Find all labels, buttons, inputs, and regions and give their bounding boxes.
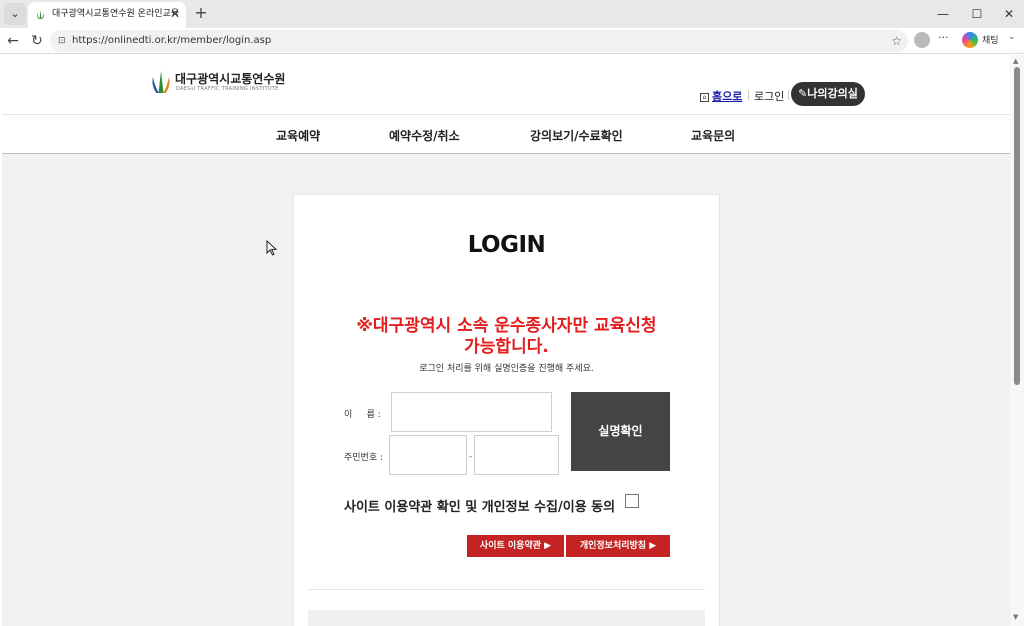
site-header: 대구광역시교통연수원 DAEGU TRAFFIC TRAINING INSTIT…	[2, 55, 1010, 114]
address-url: https://onlinedti.or.kr/member/login.asp	[72, 35, 272, 46]
tab-close-icon[interactable]: ✕	[170, 2, 180, 26]
profile-avatar-icon[interactable]	[914, 32, 930, 48]
rrn-front-input[interactable]	[389, 435, 467, 475]
login-card: LOGIN ※대구광역시 소속 운수종사자만 교육신청 가능합니다. 로그인 처…	[293, 194, 720, 626]
logo-title[interactable]: 대구광역시교통연수원	[175, 70, 285, 87]
nav-item-edit-cancel[interactable]: 예약수정/취소	[389, 127, 460, 144]
scroll-down-icon[interactable]: ▼	[1013, 613, 1018, 621]
agree-checkbox[interactable]	[625, 494, 639, 508]
rrn-dash: -	[469, 452, 473, 462]
eligibility-notice: ※대구광역시 소속 운수종사자만 교육신청 가능합니다.	[334, 316, 679, 358]
verify-identity-button[interactable]: 실명확인	[571, 392, 670, 471]
nav-item-booking[interactable]: 교육예약	[276, 127, 320, 144]
verification-instruction: 로그인 처리를 위해 실명인증을 진행해 주세요.	[419, 364, 594, 374]
eligibility-notice-line2: 가능합니다.	[464, 337, 549, 357]
window-close-icon[interactable]: ✕	[992, 0, 1024, 28]
agree-text: 사이트 이용약관 확인 및 개인정보 수집/이용 동의	[344, 500, 616, 515]
rrn-back-input[interactable]	[474, 435, 559, 475]
maximize-icon[interactable]: ☐	[960, 0, 994, 28]
copilot-icon[interactable]	[962, 32, 978, 48]
scrollbar-thumb[interactable]	[1014, 67, 1020, 385]
login-link[interactable]: 로그인	[754, 88, 784, 104]
card-divider	[308, 589, 705, 590]
tab-title: 대구광역시교통연수원 온라인교육	[52, 9, 180, 19]
terms-button[interactable]: 사이트 이용약관 ▶	[467, 535, 564, 557]
home-link[interactable]: ⌂ 홈으로	[700, 88, 742, 104]
logo-mark-icon	[152, 71, 170, 93]
nav-item-lecture-completion[interactable]: 강의보기/수료확인	[530, 127, 623, 144]
browser-tab-bar: ⌄ 대구광역시교통연수원 온라인교육 ✕ + — ☐ ✕	[0, 0, 1024, 28]
eligibility-notice-line1: ※대구광역시 소속 운수종사자만 교육신청	[356, 316, 657, 336]
my-classroom-button[interactable]: ✎나의강의실	[791, 82, 865, 106]
address-bar[interactable]: ⊡ https://onlinedti.or.kr/member/login.a…	[50, 30, 908, 52]
card-bottom-panel	[308, 610, 705, 626]
rrn-label: 주민번호 :	[344, 453, 384, 463]
chevron-down-icon[interactable]: ⌄	[1008, 32, 1016, 42]
home-link-label: 홈으로	[712, 90, 743, 103]
more-options-icon[interactable]: ···	[938, 31, 949, 44]
vertical-scrollbar[interactable]: ▲ ▼	[1010, 55, 1024, 626]
site-favicon-icon	[36, 10, 45, 19]
scroll-up-icon[interactable]: ▲	[1013, 57, 1018, 65]
logo-subtitle: DAEGU TRAFFIC TRAINING INSTITUTE	[176, 86, 279, 92]
copilot-label[interactable]: 채팅	[982, 33, 999, 46]
name-label: 이 름 :	[344, 410, 381, 420]
browser-tab[interactable]: 대구광역시교통연수원 온라인교육 ✕	[28, 2, 186, 28]
site-info-icon[interactable]: ⊡	[58, 30, 66, 52]
mouse-cursor-icon	[266, 240, 278, 256]
my-classroom-label: 나의강의실	[807, 87, 858, 100]
name-input[interactable]	[391, 392, 552, 432]
main-nav: 교육예약 예약수정/취소 강의보기/수료확인 교육문의	[2, 114, 1010, 154]
header-divider	[788, 90, 789, 100]
page-viewport: 대구광역시교통연수원 DAEGU TRAFFIC TRAINING INSTIT…	[2, 55, 1010, 626]
browser-toolbar: ← ↻ ⊡ https://onlinedti.or.kr/member/log…	[0, 28, 1024, 54]
minimize-icon[interactable]: —	[926, 0, 960, 28]
header-divider	[748, 90, 749, 100]
home-icon: ⌂	[700, 93, 709, 102]
new-tab-plus-icon[interactable]: +	[191, 3, 211, 23]
login-title: LOGIN	[467, 232, 546, 258]
back-arrow-icon[interactable]: ←	[3, 31, 23, 51]
nav-item-inquiry[interactable]: 교육문의	[691, 127, 735, 144]
reload-icon[interactable]: ↻	[27, 31, 47, 51]
tab-list-chevron-icon[interactable]: ⌄	[4, 3, 26, 25]
favorite-star-icon[interactable]: ☆	[891, 30, 902, 52]
edit-icon: ✎	[798, 87, 808, 100]
privacy-policy-button[interactable]: 개인정보처리방침 ▶	[566, 535, 670, 557]
